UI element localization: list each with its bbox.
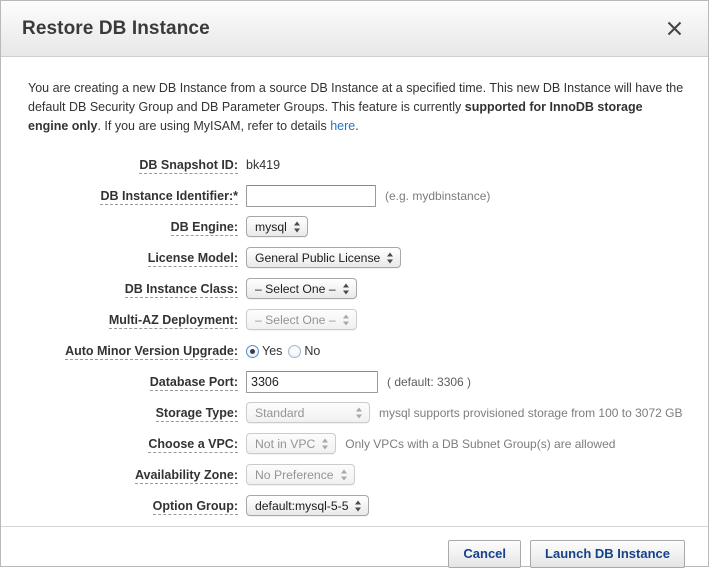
label-option-group: Option Group: — [152, 499, 238, 515]
label-storage-type: Storage Type: — [155, 406, 238, 422]
field-choose-a-vpc: Not in VPC Only VPCs with a DB Subnet Gr… — [246, 433, 684, 454]
restore-form: DB Snapshot ID: bk419 DB Instance Identi… — [28, 154, 684, 517]
label-availability-zone: Availability Zone: — [134, 468, 238, 484]
choose-a-vpc-select[interactable]: Not in VPC — [246, 433, 337, 454]
radio-no[interactable]: No — [288, 340, 320, 362]
option-group-selected-value: default:mysql-5-5 — [255, 498, 349, 513]
form-row-db-snapshot-id: DB Snapshot ID: bk419 — [28, 154, 684, 176]
label-db-instance-class: DB Instance Class: — [124, 282, 238, 298]
close-icon[interactable] — [660, 15, 688, 43]
form-row-storage-type: Storage Type: Standard mysql supports pr… — [28, 402, 684, 424]
label-database-port: Database Port: — [149, 375, 238, 391]
form-row-auto-minor-version-upgrade: Auto Minor Version Upgrade: Yes No — [28, 340, 684, 362]
intro-text-3: . — [355, 119, 359, 133]
multi-az-deployment-selected-value: – Select One – — [255, 312, 336, 327]
storage-type-selected-value: Standard — [255, 405, 305, 420]
auto-minor-version-upgrade-radio-group: Yes No — [246, 340, 326, 362]
radio-yes-label: Yes — [262, 344, 283, 358]
field-db-engine: mysql — [246, 216, 684, 237]
label-db-engine: DB Engine: — [170, 220, 238, 236]
page-title: Restore DB Instance — [22, 17, 210, 39]
chevron-updown-icon — [340, 468, 348, 481]
storage-type-select[interactable]: Standard — [246, 402, 370, 423]
chevron-updown-icon — [387, 251, 394, 264]
chevron-updown-icon — [356, 406, 363, 419]
multi-az-deployment-select[interactable]: – Select One – — [246, 309, 357, 330]
field-option-group: default:mysql-5-5 — [246, 495, 684, 516]
chevron-updown-icon — [293, 220, 301, 233]
radio-yes-indicator — [246, 344, 259, 358]
label-auto-minor-version-upgrade: Auto Minor Version Upgrade: — [65, 344, 238, 360]
intro-paragraph: You are creating a new DB Instance from … — [28, 79, 684, 136]
form-row-choose-a-vpc: Choose a VPC: Not in VPC Only VPCs with … — [28, 433, 684, 455]
database-port-input[interactable] — [246, 371, 378, 393]
dialog-body: You are creating a new DB Instance from … — [1, 57, 708, 526]
details-here-link[interactable]: here — [330, 119, 355, 133]
chevron-updown-icon — [342, 313, 350, 326]
label-license-model: License Model: — [147, 251, 238, 267]
field-auto-minor-version-upgrade: Yes No — [246, 340, 684, 362]
form-row-db-instance-class: DB Instance Class: – Select One – — [28, 278, 684, 300]
field-multi-az-deployment: – Select One – — [246, 309, 684, 330]
db-instance-class-selected-value: – Select One – — [255, 281, 336, 296]
field-license-model: General Public License — [246, 247, 684, 268]
field-availability-zone: No Preference — [246, 464, 684, 485]
chevron-updown-icon — [342, 282, 350, 295]
intro-text-2: . If you are using MyISAM, refer to deta… — [97, 119, 331, 133]
hint-db-instance-identifier: (e.g. mydbinstance) — [385, 189, 491, 203]
field-db-snapshot-id: bk419 — [246, 154, 684, 176]
field-database-port: ( default: 3306 ) — [246, 371, 684, 393]
choose-a-vpc-selected-value: Not in VPC — [255, 436, 316, 451]
value-db-snapshot-id: bk419 — [246, 158, 281, 172]
chevron-updown-icon — [322, 437, 329, 450]
db-instance-class-select[interactable]: – Select One – — [246, 278, 357, 299]
field-storage-type: Standard mysql supports provisioned stor… — [246, 402, 684, 423]
db-engine-selected-value: mysql — [255, 219, 287, 234]
radio-yes[interactable]: Yes — [246, 340, 282, 362]
availability-zone-selected-value: No Preference — [255, 467, 334, 482]
radio-no-label: No — [304, 344, 321, 358]
db-engine-select[interactable]: mysql — [246, 216, 308, 237]
hint-database-port: ( default: 3306 ) — [387, 375, 472, 389]
launch-db-instance-button[interactable]: Launch DB Instance — [530, 540, 685, 568]
label-choose-a-vpc: Choose a VPC: — [148, 437, 238, 453]
form-row-license-model: License Model: General Public License — [28, 247, 684, 269]
field-db-instance-class: – Select One – — [246, 278, 684, 299]
dialog-footer: Cancel Launch DB Instance — [1, 526, 708, 582]
license-model-select[interactable]: General Public License — [246, 247, 402, 268]
chevron-updown-icon — [355, 499, 362, 512]
label-multi-az-deployment: Multi-AZ Deployment: — [108, 313, 238, 329]
hint-storage-type: mysql supports provisioned storage from … — [379, 406, 683, 420]
form-row-db-engine: DB Engine: mysql — [28, 216, 684, 238]
hint-choose-a-vpc: Only VPCs with a DB Subnet Group(s) are … — [345, 437, 616, 451]
cancel-button[interactable]: Cancel — [448, 540, 522, 568]
form-row-availability-zone: Availability Zone: No Preference — [28, 464, 684, 486]
availability-zone-select[interactable]: No Preference — [246, 464, 355, 485]
form-row-db-instance-identifier: DB Instance Identifier:* (e.g. mydbinsta… — [28, 185, 684, 207]
option-group-select[interactable]: default:mysql-5-5 — [246, 495, 370, 516]
field-db-instance-identifier: (e.g. mydbinstance) — [246, 185, 684, 207]
restore-db-instance-dialog: Restore DB Instance You are creating a n… — [0, 0, 709, 568]
form-row-option-group: Option Group: default:mysql-5-5 — [28, 495, 684, 517]
label-db-snapshot-id: DB Snapshot ID: — [139, 158, 238, 174]
label-db-instance-identifier: DB Instance Identifier:* — [100, 189, 238, 205]
db-instance-identifier-input[interactable] — [246, 185, 376, 207]
form-row-database-port: Database Port: ( default: 3306 ) — [28, 371, 684, 393]
dialog-titlebar: Restore DB Instance — [1, 1, 708, 57]
form-row-multi-az-deployment: Multi-AZ Deployment: – Select One – — [28, 309, 684, 331]
license-model-selected-value: General Public License — [255, 250, 381, 265]
radio-no-indicator — [288, 344, 302, 358]
